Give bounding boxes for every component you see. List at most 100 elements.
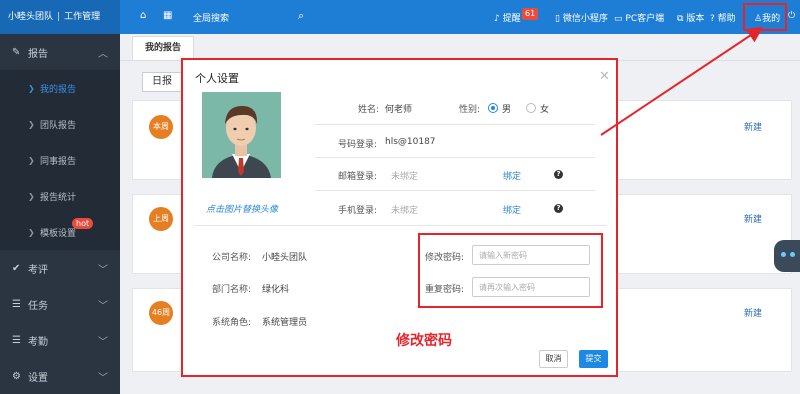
department-label: 部门名称: <box>212 285 252 295</box>
chevron-up-icon: ︿ <box>98 48 108 60</box>
sidebar-group-label: 考评 <box>28 264 48 276</box>
chevron-right-icon: ❯ <box>28 83 35 93</box>
wechat-label: 微信小程序 <box>562 14 608 24</box>
new-password-input[interactable] <box>472 245 590 265</box>
pc-label: PC客户端 <box>625 14 665 24</box>
role-label: 系统角色: <box>212 318 252 328</box>
new-report-link[interactable]: 新建 <box>744 212 762 225</box>
sidebar-group-task[interactable]: ☰ 任务 ﹀ <box>0 286 120 322</box>
remind-count-badge: 61 <box>522 8 539 20</box>
company-label: 公司名称: <box>212 253 252 263</box>
new-report-link[interactable]: 新建 <box>744 306 762 319</box>
sidebar-group-attendance[interactable]: ☰ 考勤 ﹀ <box>0 322 120 358</box>
change-password-annotation: 修改密码 <box>396 333 452 349</box>
role-value: 系统管理员 <box>262 318 308 328</box>
sidebar-group-label: 任务 <box>28 300 48 312</box>
check-icon: ✔ <box>12 262 21 274</box>
section-divider <box>193 225 607 226</box>
assistant-robot-icon[interactable] <box>774 240 800 272</box>
chevron-right-icon: ❯ <box>28 119 35 129</box>
help-link[interactable]: ? 帮助 <box>710 11 736 24</box>
gender-female-radio[interactable] <box>526 103 536 113</box>
cancel-button[interactable]: 取消 <box>539 350 568 368</box>
global-search-input[interactable]: 全局搜索 <box>193 11 229 24</box>
pc-client-link[interactable]: ▭ PC客户端 <box>614 11 664 24</box>
robot-eye <box>781 252 786 257</box>
grid-icon[interactable]: ▦ <box>163 10 172 21</box>
brand-subtitle: 工作管理 <box>64 12 101 22</box>
personal-settings-dialog: 个人设置 ✕ 点击图片替换头像 姓名: 何老师 性别: 男 女 号码登录: hl… <box>181 58 618 377</box>
row-divider <box>315 157 595 158</box>
sidebar-group-label: 报告 <box>28 48 48 60</box>
name-label: 姓名: <box>358 105 380 115</box>
sidebar: ✎ 报告 ︿ ❯ 我的报告 ❯ 团队报告 ❯ 同事报告 ❯ 报告统计 ❯ 模板设… <box>0 34 120 394</box>
row-divider <box>315 124 595 125</box>
remind-label: 提醒 <box>502 14 521 24</box>
avatar[interactable] <box>202 92 281 178</box>
new-report-link[interactable]: 新建 <box>744 120 762 133</box>
gender-male-label: 男 <box>502 105 512 115</box>
sidebar-item-label: 报告统计 <box>40 192 77 203</box>
brand-name: 小睦头团队 <box>8 12 54 22</box>
sidebar-item-template-settings[interactable]: ❯ 模板设置 hot <box>0 214 120 250</box>
email-login-label: 邮箱登录: <box>338 172 378 182</box>
wechat-miniprogram-link[interactable]: ▯ 微信小程序 <box>555 11 608 24</box>
top-navigation-bar: 小睦头团队 | 工作管理 ⌂ ▦ 全局搜索 ⌕ ♪ 提醒 61 ▯ 微信小程序 ▭ … <box>0 0 800 34</box>
phone-login-value: hls@10187 <box>385 137 436 147</box>
sidebar-group-label: 设置 <box>28 372 48 384</box>
remind-link[interactable]: ♪ 提醒 <box>494 11 521 24</box>
list-icon: ☰ <box>12 334 21 346</box>
gender-male-radio[interactable] <box>488 103 498 113</box>
chevron-down-icon: ﹀ <box>98 300 108 312</box>
row-divider <box>315 190 595 191</box>
sidebar-group-label: 考勤 <box>28 336 48 348</box>
brand: 小睦头团队 | 工作管理 <box>0 0 120 34</box>
bind-email-link[interactable]: 绑定 <box>503 169 521 182</box>
list-icon: ☰ <box>12 298 21 310</box>
department-value: 绿化科 <box>262 285 290 295</box>
tab-my-report[interactable]: 我的报告 <box>132 36 195 60</box>
sidebar-group-settings[interactable]: ⚙ 设置 ﹀ <box>0 358 120 394</box>
sidebar-item-report-stats[interactable]: ❯ 报告统计 <box>0 178 120 214</box>
mobile-login-value: 未绑定 <box>391 206 419 216</box>
week-badge: 本周 <box>149 115 173 139</box>
bind-mobile-link[interactable]: 绑定 <box>503 203 521 216</box>
sidebar-item-colleague-report[interactable]: ❯ 同事报告 <box>0 142 120 178</box>
help-icon[interactable]: ? <box>554 170 563 179</box>
submit-button[interactable]: 提交 <box>579 350 608 368</box>
sidebar-item-label: 模板设置 <box>40 228 77 239</box>
sidebar-item-label: 同事报告 <box>40 156 77 167</box>
sidebar-group-evaluation[interactable]: ✔ 考评 ﹀ <box>0 250 120 286</box>
home-icon[interactable]: ⌂ <box>140 10 146 21</box>
robot-eye <box>790 252 795 257</box>
mine-highlight-box <box>743 3 787 31</box>
gender-label: 性别: <box>459 105 481 115</box>
sidebar-item-team-report[interactable]: ❯ 团队报告 <box>0 106 120 142</box>
sidebar-item-my-report[interactable]: ❯ 我的报告 <box>0 70 120 106</box>
help-icon: ? <box>710 14 715 24</box>
search-icon[interactable]: ⌕ <box>298 9 304 23</box>
chevron-down-icon: ﹀ <box>98 336 108 348</box>
sidebar-item-label: 团队报告 <box>40 120 77 131</box>
hot-badge: hot <box>72 218 94 229</box>
version-link[interactable]: ⧉ 版本 <box>677 11 704 24</box>
repeat-password-label: 重复密码: <box>425 285 465 295</box>
close-icon[interactable]: ✕ <box>599 69 610 84</box>
week-badge: 46周 <box>149 301 173 325</box>
mobile-login-label: 手机登录: <box>338 206 378 216</box>
chevron-right-icon: ❯ <box>28 155 35 165</box>
power-icon[interactable]: ⏻ <box>788 11 795 21</box>
help-icon[interactable]: ? <box>554 204 563 213</box>
daily-report-button[interactable]: 日报 <box>142 72 182 92</box>
monitor-icon: ▭ <box>614 14 623 24</box>
chevron-down-icon: ﹀ <box>98 264 108 276</box>
sidebar-group-report[interactable]: ✎ 报告 ︿ <box>0 34 120 70</box>
chevron-right-icon: ❯ <box>28 227 35 237</box>
company-value: 小睦头团队 <box>262 253 308 263</box>
sidebar-item-label: 我的报告 <box>40 84 77 95</box>
chevron-right-icon: ❯ <box>28 191 35 201</box>
dialog-title: 个人设置 <box>195 72 239 85</box>
repeat-password-input[interactable] <box>472 277 590 297</box>
bell-icon: ♪ <box>494 14 500 24</box>
replace-avatar-link[interactable]: 点击图片替换头像 <box>206 202 278 215</box>
